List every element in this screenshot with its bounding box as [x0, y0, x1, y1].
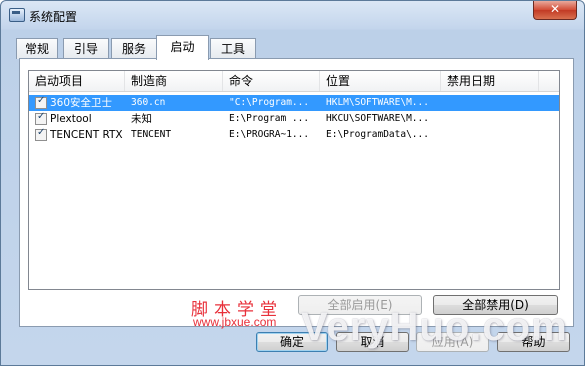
table-row[interactable]: Plextool 未知 E:\Program ... HKCU\SOFTWARE…: [29, 111, 559, 127]
cell-name: TENCENT RTX: [50, 129, 123, 141]
watermark-site-url: www.jbxue.com: [193, 315, 277, 329]
cell-name: Plextool: [50, 113, 92, 125]
row-checkbox[interactable]: [35, 95, 47, 109]
startup-items-list[interactable]: 启动项目 制造商 命令 位置 禁用日期 360安全卫士 360.cn "C:\P…: [28, 70, 560, 290]
cell-name: 360安全卫士: [50, 97, 113, 109]
table-row[interactable]: TENCENT RTX TENCENT E:\PROGRA~1... E:\Pr…: [29, 127, 559, 143]
tab-startup[interactable]: 启动: [156, 35, 209, 60]
cell-command: "C:\Program...: [229, 97, 310, 108]
column-command[interactable]: 命令: [223, 71, 320, 91]
tab-general[interactable]: 常规: [16, 38, 58, 59]
column-startup-item[interactable]: 启动项目: [29, 71, 125, 91]
cell-command: E:\PROGRA~1...: [229, 129, 310, 140]
cell-location: HKLM\SOFTWARE\M...: [326, 97, 429, 108]
cell-maker: 未知: [131, 113, 152, 125]
cell-maker: TENCENT: [131, 129, 172, 140]
window-title: 系统配置: [29, 10, 78, 24]
close-button[interactable]: ✕: [533, 1, 577, 20]
tab-tools[interactable]: 工具: [210, 38, 256, 59]
row-checkbox[interactable]: [35, 127, 47, 141]
cell-location: HKCU\SOFTWARE\M...: [326, 113, 429, 124]
column-location[interactable]: 位置: [320, 71, 441, 91]
tab-boot[interactable]: 引导: [63, 38, 109, 59]
table-row[interactable]: 360安全卫士 360.cn "C:\Program... HKLM\SOFTW…: [29, 95, 559, 111]
tab-services[interactable]: 服务: [111, 38, 157, 59]
msconfig-app-icon: [9, 8, 25, 22]
list-header: 启动项目 制造商 命令 位置 禁用日期: [29, 71, 559, 92]
column-manufacturer[interactable]: 制造商: [125, 71, 223, 91]
system-config-window: 系统配置 ✕ 常规 引导 服务 启动 工具 启动项目 制造商 命令 位置 禁用日…: [0, 0, 585, 366]
cell-location: E:\ProgramData\...: [326, 129, 429, 140]
title-bar[interactable]: 系统配置 ✕: [1, 1, 584, 30]
column-disabled-date[interactable]: 禁用日期: [441, 71, 539, 91]
cell-command: E:\Program ...: [229, 113, 310, 124]
cell-maker: 360.cn: [131, 97, 166, 108]
watermark-brand: VeryHuo.com: [301, 305, 568, 349]
row-checkbox[interactable]: [35, 111, 47, 125]
